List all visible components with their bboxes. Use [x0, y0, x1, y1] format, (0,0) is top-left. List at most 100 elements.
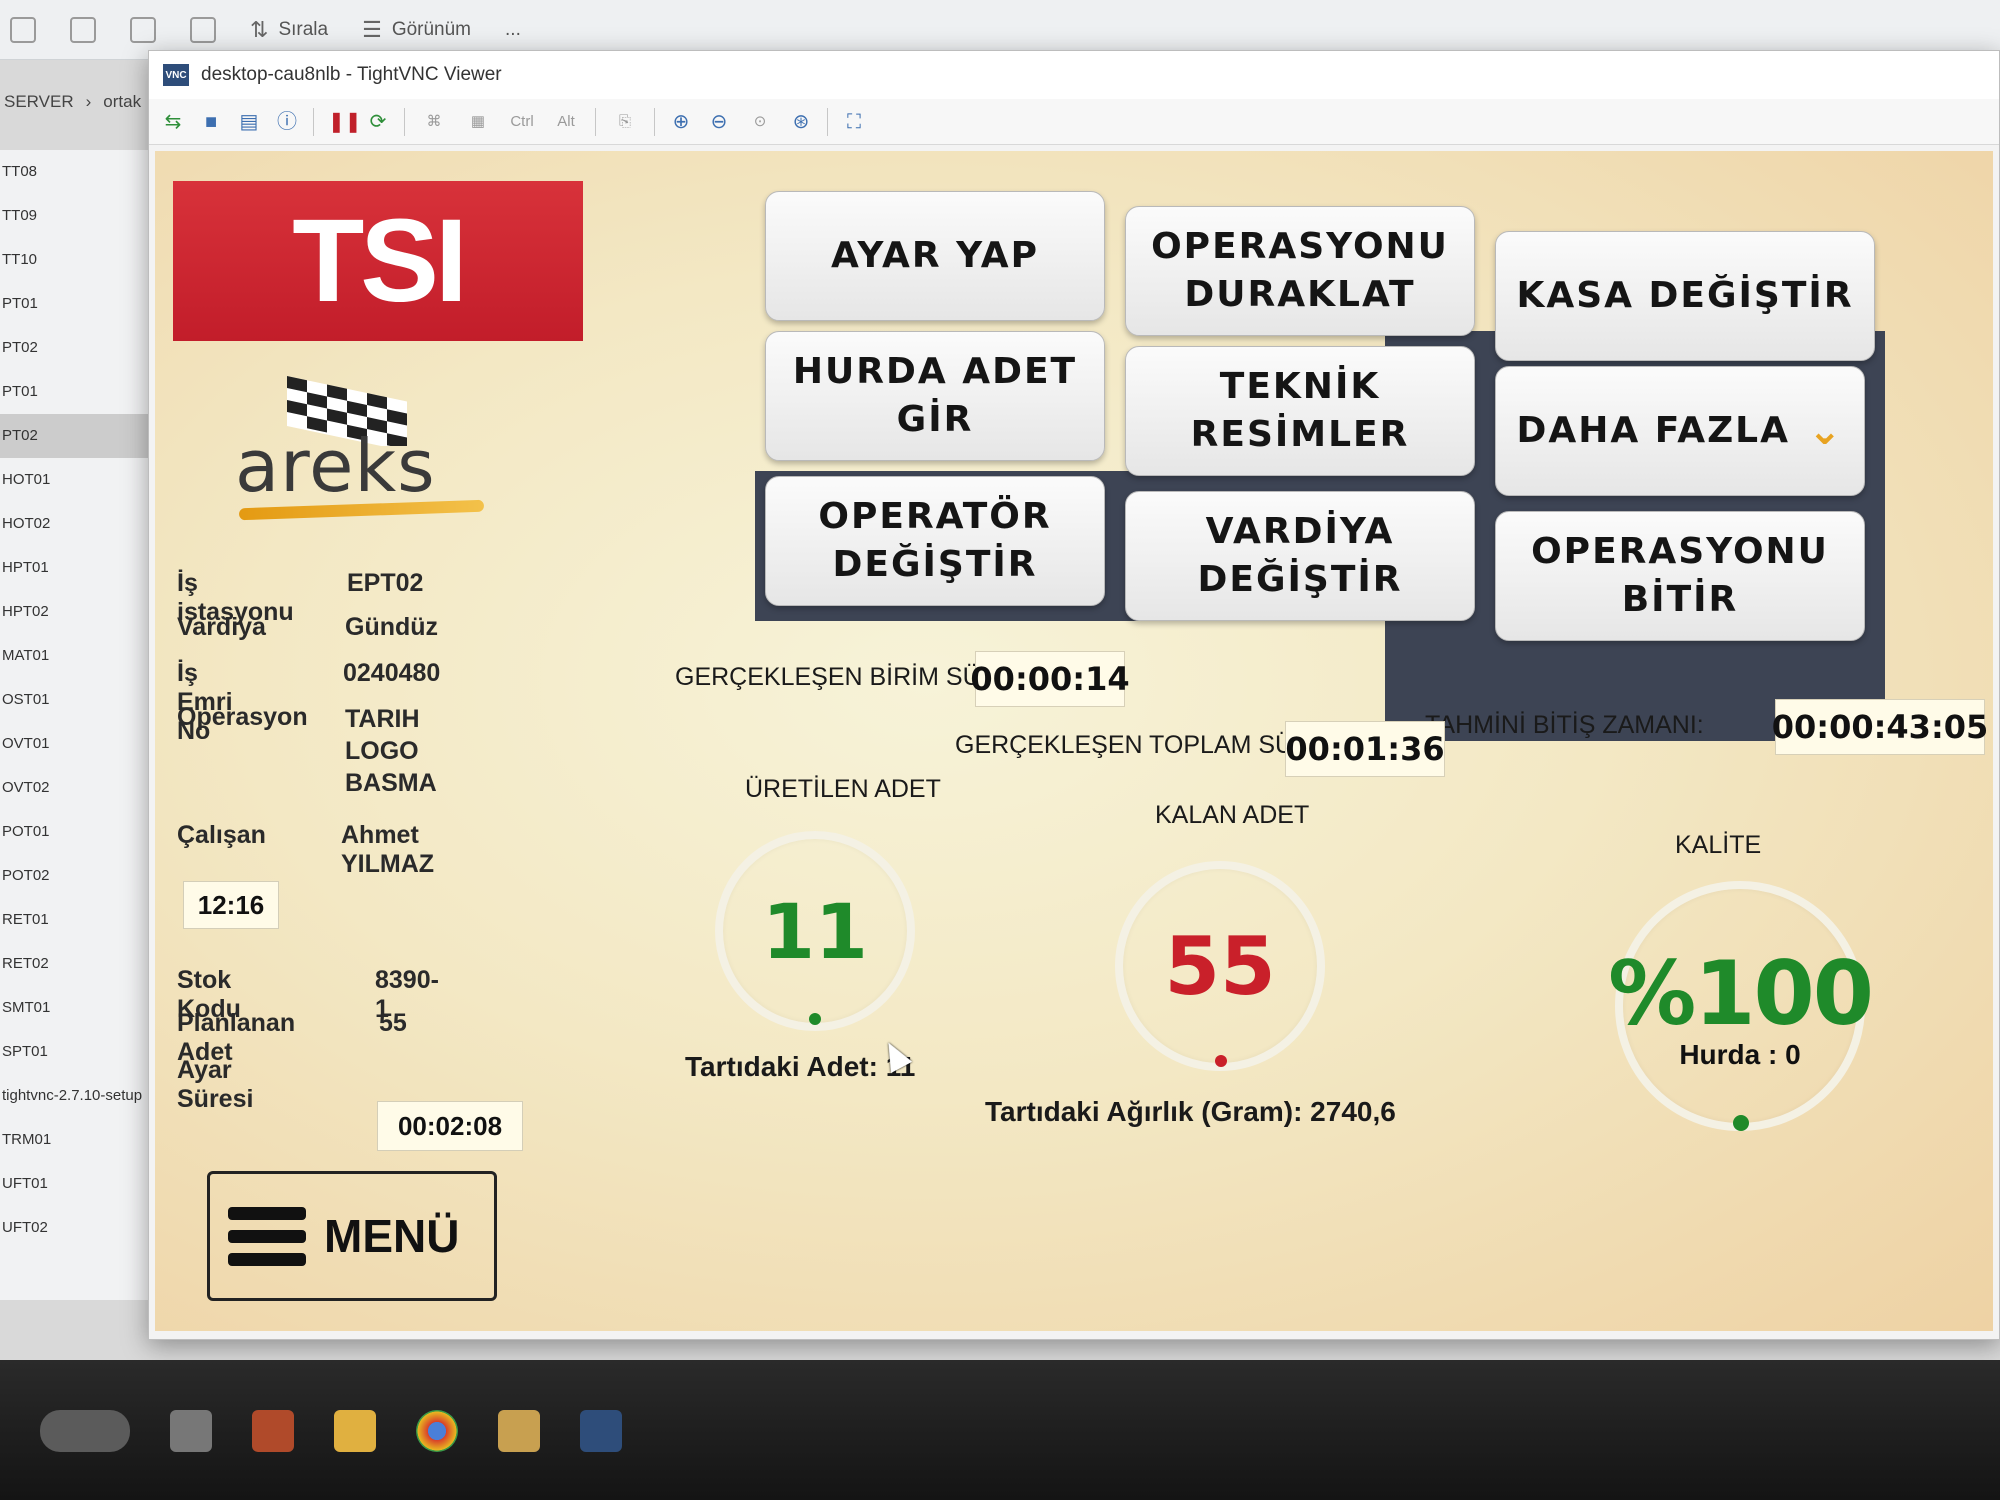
planned-value: 55: [379, 1009, 407, 1037]
breadcrumb[interactable]: SERVER › ortak: [0, 92, 150, 122]
vnc-titlebar[interactable]: VNC desktop-cau8nlb - TightVNC Viewer: [149, 51, 1999, 99]
view-label: Görünüm: [391, 18, 472, 40]
toolbar-divider: [595, 107, 596, 136]
teknik-resimler-button[interactable]: TEKNİK RESİMLER: [1125, 346, 1475, 476]
options-icon[interactable]: ▤: [237, 110, 261, 134]
save-icon[interactable]: ■: [199, 110, 223, 134]
file-list-item[interactable]: SPT01: [0, 1030, 149, 1074]
employee-label: Çalışan: [177, 821, 266, 849]
produced-value: 11: [762, 886, 868, 976]
delete-icon[interactable]: [190, 16, 216, 43]
file-list-item[interactable]: HPT02: [0, 590, 149, 634]
file-list-item[interactable]: HPT01: [0, 546, 149, 590]
operator-degistir-button[interactable]: OPERATÖR DEĞİŞTİR: [765, 476, 1105, 606]
toolbar-divider: [827, 107, 828, 136]
vardiya-degistir-button[interactable]: VARDİYA DEĞİŞTİR: [1125, 491, 1475, 621]
sort-icon: ⇅: [250, 16, 269, 42]
produced-gauge: 11: [715, 831, 915, 1031]
file-list-item[interactable]: PT02: [0, 414, 149, 458]
file-list: TT08 TT09 TT10 PT01 PT02 PT01 PT02 HOT01 HOT02 HP…: [0, 150, 150, 1300]
file-list-item[interactable]: TT10: [0, 238, 149, 282]
remaining-label: KALAN ADET: [1155, 801, 1310, 829]
toolbar-divider: [404, 107, 405, 136]
file-list-item[interactable]: PT01: [0, 282, 149, 326]
unit-time-value: 00:00:14: [970, 651, 1130, 707]
remote-screen[interactable]: TSI areks İş istasyonu EPT02 Vardiya Gün…: [155, 151, 1993, 1331]
quality-gauge-indicator: [1733, 1115, 1749, 1131]
file-list-item[interactable]: RET01: [0, 898, 149, 942]
zoom-in-icon[interactable]: ⊕: [669, 110, 693, 134]
hurda-adet-gir-button[interactable]: HURDA ADET GİR: [765, 331, 1105, 461]
file-list-item[interactable]: TT09: [0, 194, 149, 238]
ctrl-alt-del-icon[interactable]: ⌘: [419, 110, 449, 134]
window-title: desktop-cau8nlb - TightVNC Viewer: [201, 64, 502, 85]
file-list-item[interactable]: TT08: [0, 150, 149, 194]
chevron-right-icon: ›: [85, 92, 92, 111]
shift-value: Gündüz: [345, 613, 439, 641]
chrome-icon[interactable]: [416, 1410, 458, 1452]
task-view-icon[interactable]: [170, 1410, 212, 1452]
win-key-icon[interactable]: ▦: [463, 110, 493, 134]
alt-key-button[interactable]: Alt: [551, 110, 581, 134]
file-list-item[interactable]: MAT01: [0, 634, 149, 678]
taskbar: [0, 1360, 2000, 1500]
tsi-logo-text: TSI: [292, 195, 468, 327]
search-box[interactable]: [40, 1410, 130, 1452]
operasyonu-duraklat-button[interactable]: OPERASYONU DURAKLAT: [1125, 206, 1475, 336]
file-list-item[interactable]: OVT01: [0, 722, 149, 766]
daha-fazla-button[interactable]: DAHA FAZLA ⌄: [1495, 366, 1865, 496]
kasa-degistir-button[interactable]: KASA DEĞİŞTİR: [1495, 231, 1875, 361]
quality-value: %100: [1608, 941, 1874, 1045]
file-list-item[interactable]: OST01: [0, 678, 149, 722]
operasyonu-bitir-button[interactable]: OPERASYONU BİTİR: [1495, 511, 1865, 641]
file-list-item[interactable]: HOT01: [0, 458, 149, 502]
menu-label: MENÜ: [324, 1210, 460, 1262]
app-icon[interactable]: [498, 1410, 540, 1452]
sort-button[interactable]: ⇅ Sırala: [250, 17, 328, 43]
share-icon[interactable]: [130, 16, 156, 43]
view-button[interactable]: ☰ Görünüm: [362, 17, 471, 43]
file-list-item[interactable]: OVT02: [0, 766, 149, 810]
more-button[interactable]: ...: [505, 19, 521, 41]
operation-value: TARIH LOGO BASMA: [345, 705, 437, 797]
file-list-item[interactable]: PT02: [0, 326, 149, 370]
file-list-item[interactable]: HOT02: [0, 502, 149, 546]
workorder-value: 0240480: [343, 659, 441, 687]
zoom-fit-icon[interactable]: ⊛: [789, 110, 813, 134]
zoom-100-icon[interactable]: ⊙: [745, 110, 775, 134]
breadcrumb-server[interactable]: SERVER: [4, 92, 74, 122]
toolbar-divider: [654, 107, 655, 136]
file-list-item[interactable]: UFT02: [0, 1206, 149, 1250]
file-list-item[interactable]: POT01: [0, 810, 149, 854]
file-list-item[interactable]: POT02: [0, 854, 149, 898]
file-list-item[interactable]: RET02: [0, 942, 149, 986]
weight-caption: Tartıdaki Ağırlık (Gram): 2740,6: [985, 1096, 1396, 1127]
copy-icon[interactable]: [10, 16, 36, 43]
info-icon[interactable]: ⓘ: [275, 110, 299, 134]
zoom-out-icon[interactable]: ⊖: [707, 110, 731, 134]
file-list-item[interactable]: SMT01: [0, 986, 149, 1030]
fullscreen-icon[interactable]: ⛶: [842, 110, 866, 134]
refresh-icon[interactable]: ⟳: [366, 110, 390, 134]
tightvnc-icon[interactable]: [580, 1410, 622, 1452]
file-explorer-icon[interactable]: [334, 1410, 376, 1452]
quality-gauge: %100 Hurda : 0: [1608, 881, 1874, 1131]
new-connection-icon[interactable]: ⇆: [161, 110, 185, 134]
clipboard-icon[interactable]: ⎘: [610, 110, 640, 134]
toolbar-divider: [313, 107, 314, 136]
menu-button[interactable]: MENÜ: [207, 1171, 497, 1301]
produced-caption: Tartıdaki Adet: 11: [685, 1051, 916, 1082]
total-time-value: 00:01:36: [1285, 721, 1445, 777]
ayar-yap-button[interactable]: AYAR YAP: [765, 191, 1105, 321]
file-list-item[interactable]: tightvnc-2.7.10-setup: [0, 1074, 149, 1118]
ctrl-key-button[interactable]: Ctrl: [507, 110, 537, 134]
pause-icon[interactable]: ❚❚: [328, 110, 362, 134]
file-list-item[interactable]: UFT01: [0, 1162, 149, 1206]
file-list-item[interactable]: PT01: [0, 370, 149, 414]
breadcrumb-ortak[interactable]: ortak: [103, 92, 141, 122]
paste-icon[interactable]: [70, 16, 96, 43]
daha-fazla-label: DAHA FAZLA: [1516, 410, 1790, 451]
shift-label: Vardiya: [177, 613, 266, 641]
file-list-item[interactable]: TRM01: [0, 1118, 149, 1162]
app-icon[interactable]: [252, 1410, 294, 1452]
